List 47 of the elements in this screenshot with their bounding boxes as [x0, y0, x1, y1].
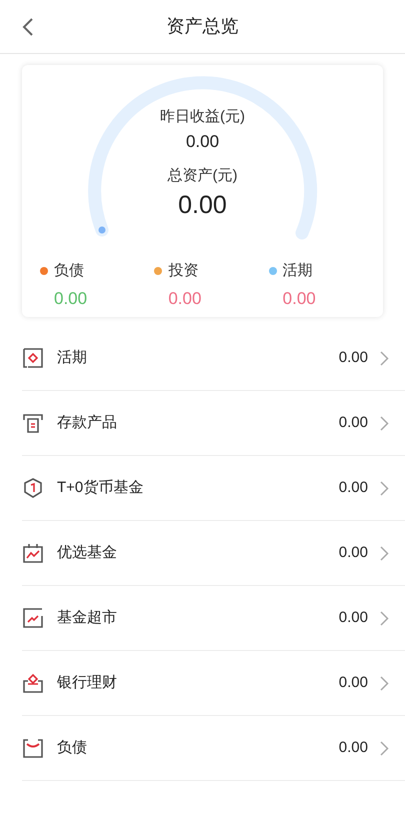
chevron-right-icon [380, 610, 389, 626]
envelope-icon [22, 737, 44, 759]
asset-label: T+0货币基金 [57, 478, 144, 498]
asset-value: 0.00 [338, 672, 368, 693]
asset-value: 0.00 [338, 738, 368, 758]
asset-row[interactable]: 负债 0.00 [22, 716, 405, 781]
back-icon [22, 17, 34, 37]
yesterday-earnings-label: 昨日收益(元) [160, 107, 245, 127]
chevron-right-icon [380, 740, 389, 756]
square-diamond-icon [22, 347, 44, 369]
asset-label: 存款产品 [57, 412, 118, 433]
receipt-icon [22, 412, 44, 434]
asset-label: 负债 [57, 738, 88, 758]
asset-label: 优选基金 [57, 542, 118, 563]
legend-label: 负债 [54, 261, 84, 281]
asset-row[interactable]: 活期 0.00 [22, 326, 405, 391]
legend-label: 活期 [282, 261, 313, 281]
asset-row[interactable]: 银行理财 0.00 [22, 651, 405, 716]
chevron-right-icon [380, 546, 389, 560]
legend-value: 0.00 [282, 288, 317, 310]
calendar-chart-icon [22, 542, 44, 564]
asset-value: 0.00 [338, 348, 368, 368]
asset-value: 0.00 [338, 542, 368, 563]
chevron-right-icon [380, 350, 389, 366]
chevron-right-icon [380, 480, 389, 496]
asset-value: 0.00 [338, 412, 368, 433]
tray-icon [22, 672, 44, 694]
asset-row[interactable]: 优选基金 0.00 [22, 521, 405, 586]
asset-value: 0.00 [338, 478, 368, 498]
chart-icon [22, 607, 44, 629]
asset-row[interactable]: T+0货币基金 0.00 [22, 456, 405, 521]
asset-row[interactable]: 存款产品 0.00 [22, 391, 405, 456]
asset-value: 0.00 [338, 608, 368, 628]
page-title: 资产总览 [166, 15, 238, 38]
shield-icon [22, 477, 44, 499]
asset-label: 银行理财 [57, 672, 118, 693]
legend-value: 0.00 [168, 288, 202, 310]
legend-value: 0.00 [54, 288, 88, 310]
asset-label: 活期 [57, 348, 88, 368]
asset-row[interactable]: 基金超市 0.00 [22, 586, 405, 651]
total-assets-label: 总资产(元) [168, 166, 238, 186]
chevron-right-icon [380, 416, 389, 430]
asset-label: 基金超市 [57, 608, 118, 628]
legend-label: 投资 [168, 261, 198, 281]
chevron-right-icon [380, 676, 389, 690]
yesterday-earnings-value: 0.00 [186, 131, 220, 153]
total-assets-value: 0.00 [178, 190, 227, 221]
